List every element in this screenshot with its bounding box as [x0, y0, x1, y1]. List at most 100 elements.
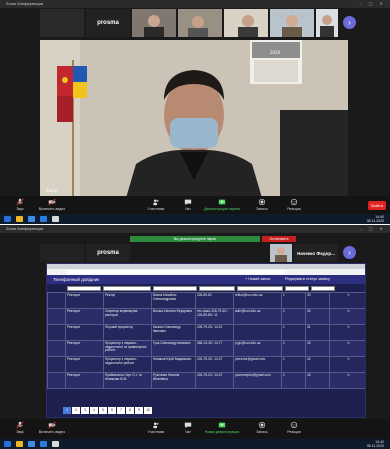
- app-icon[interactable]: [52, 441, 59, 447]
- filter-input[interactable]: [285, 285, 309, 291]
- participants-label: Участники: [147, 207, 165, 211]
- meeting-toolbar: Звук Включить видео Участники Чат Демонс…: [0, 196, 390, 216]
- browser-icon[interactable]: [28, 441, 35, 447]
- table-cell: 1: [281, 308, 306, 325]
- record-button[interactable]: Запись: [244, 198, 280, 211]
- share-screen-button[interactable]: Демонстрация экрана: [200, 198, 244, 211]
- table-row[interactable]: Ректорат Приймальня Серг О.І. та Новикова…: [47, 372, 365, 389]
- next-page-button[interactable]: ›: [343, 16, 356, 29]
- participant-tile-name-only[interactable]: Начекко Федор...: [294, 244, 338, 262]
- edit-row-icon[interactable]: ✎: [329, 324, 365, 341]
- participant-tile-name-only[interactable]: prosma: [86, 9, 130, 37]
- participant-tile[interactable]: [316, 9, 338, 37]
- start-icon[interactable]: [4, 441, 11, 447]
- app-icon[interactable]: [52, 216, 59, 222]
- table-cell: Васюк Михайло Олександрович: [151, 292, 196, 309]
- mute-button[interactable]: Звук: [2, 421, 38, 434]
- folder-icon[interactable]: [16, 441, 23, 447]
- camera-icon: [48, 421, 56, 429]
- table-cell: Ректорат: [65, 372, 104, 389]
- table-cell: [233, 324, 282, 341]
- reactions-button[interactable]: Реакции: [276, 198, 312, 211]
- participant-tile[interactable]: [132, 9, 176, 37]
- table-cell: 068-13-49 / 14-77: [195, 340, 234, 357]
- edit-row-icon[interactable]: ✎: [329, 292, 365, 309]
- meeting-toolbar: Звук Включить видео Участники Чат Новая …: [0, 419, 390, 439]
- start-icon[interactable]: [4, 216, 11, 222]
- filter-input[interactable]: [199, 285, 235, 291]
- table-row[interactable]: Ректорат Секретар керівництва ректорат Вол…: [47, 308, 365, 325]
- edit-row-icon[interactable]: ✎: [329, 340, 365, 357]
- page-button[interactable]: 10: [144, 407, 152, 414]
- system-clock[interactable]: 14:40 08.11.2020: [367, 215, 384, 223]
- speaker-image: 2020 Zoom: [40, 40, 348, 198]
- clock-date: 08.11.2020: [366, 444, 384, 448]
- table-cell: тел-факс 226-79-30 / 226-69-85 / 11: [195, 308, 234, 325]
- edit-row-icon[interactable]: ✎: [329, 308, 365, 325]
- participants-button[interactable]: Участники: [138, 421, 174, 434]
- participant-name: Начекко Федор...: [297, 250, 335, 256]
- filter-input[interactable]: [67, 285, 101, 291]
- reactions-icon: [290, 198, 298, 206]
- page-button[interactable]: 9: [135, 407, 143, 414]
- microphone-icon: [16, 198, 24, 206]
- folder-icon[interactable]: [16, 216, 23, 222]
- participant-tile[interactable]: [40, 9, 84, 37]
- system-clock[interactable]: 14:42 08.11.2020: [367, 440, 384, 448]
- url-field[interactable]: [67, 270, 287, 274]
- page-button[interactable]: 5: [99, 407, 107, 414]
- new-record-button[interactable]: + Новий запис: [245, 277, 270, 281]
- new-share-label: Новая демонстрация: [204, 430, 240, 434]
- edit-row-icon[interactable]: ✎: [329, 372, 365, 389]
- edit-row-icon[interactable]: ✎: [329, 356, 365, 373]
- table-row[interactable]: Ректорат Перший проректор Калкан Олександр…: [47, 324, 365, 341]
- participant-tile-name-only[interactable]: prosma: [86, 244, 130, 262]
- browser-icon[interactable]: [28, 216, 35, 222]
- participant-tile[interactable]: [40, 244, 84, 262]
- next-page-button[interactable]: ›: [343, 246, 356, 259]
- share-screen-icon: [218, 199, 226, 205]
- stop-share-button[interactable]: Остановить: [262, 236, 296, 242]
- table-cell: 1: [281, 324, 306, 341]
- page-button[interactable]: 2: [72, 407, 80, 414]
- svg-text:2020: 2020: [270, 50, 281, 55]
- participant-tile[interactable]: [270, 9, 314, 37]
- page-button[interactable]: 6: [108, 407, 116, 414]
- filter-input[interactable]: [311, 285, 335, 291]
- filter-input[interactable]: [103, 285, 151, 291]
- window-controls[interactable]: – ▢ ✕: [359, 0, 386, 8]
- filter-row: [47, 284, 365, 292]
- page-button[interactable]: 4: [90, 407, 98, 414]
- page-button[interactable]: 8: [126, 407, 134, 414]
- row-spacer: [47, 292, 66, 309]
- table-row[interactable]: Ректорат Ректор Васюк Михайло Олександрови…: [47, 292, 365, 309]
- page-button[interactable]: 1: [63, 407, 71, 414]
- reactions-button[interactable]: Реакции: [276, 421, 312, 434]
- page-button[interactable]: 3: [81, 407, 89, 414]
- window-controls[interactable]: – ▢ ✕: [359, 225, 386, 233]
- leave-meeting-button[interactable]: Выйти: [368, 201, 386, 210]
- video-button[interactable]: Включить видео: [34, 421, 70, 434]
- filter-input[interactable]: [153, 285, 197, 291]
- table-cell: Ректорат: [65, 340, 104, 357]
- mute-button[interactable]: Звук: [2, 198, 38, 211]
- participant-tile[interactable]: [270, 244, 292, 262]
- filter-input[interactable]: [237, 285, 283, 291]
- table-row[interactable]: Ректорат Проректор з науково-педагогічної…: [47, 356, 365, 373]
- participant-video: [316, 9, 338, 37]
- page-button[interactable]: 7: [117, 407, 125, 414]
- row-spacer: [47, 340, 66, 357]
- participant-tile[interactable]: [178, 9, 222, 37]
- zoom-app-icon[interactable]: [40, 441, 47, 447]
- zoom-app-icon[interactable]: [40, 216, 47, 222]
- edit-status-button[interactable]: Редагувати статус запису: [285, 277, 330, 281]
- chat-label: Чат: [185, 207, 191, 211]
- record-button[interactable]: Запись: [244, 421, 280, 434]
- participant-tile[interactable]: [224, 9, 268, 37]
- participants-button[interactable]: Участники: [138, 198, 174, 211]
- new-share-button[interactable]: Новая демонстрация: [200, 421, 244, 434]
- video-button[interactable]: Включить видео: [34, 198, 70, 211]
- table-cell: Ректорат: [65, 324, 104, 341]
- table-row[interactable]: Ректорат Проректор з науково-педагогічної…: [47, 340, 365, 357]
- table-cell: 30: [305, 292, 330, 309]
